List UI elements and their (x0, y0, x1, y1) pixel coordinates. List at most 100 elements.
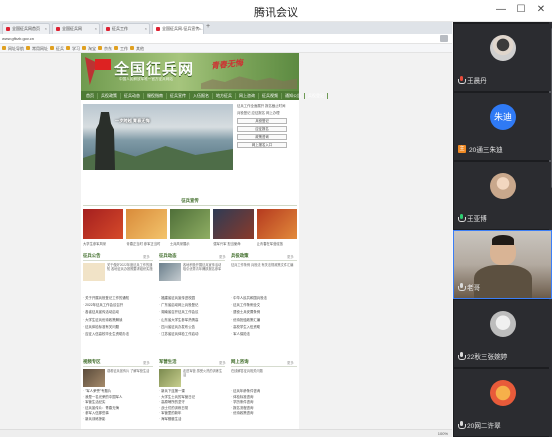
news-link[interactable]: 中华人民共和国兵役法 (231, 295, 267, 302)
nav-item[interactable]: 兵役登记 (305, 92, 328, 99)
minimize-button[interactable]: — (494, 3, 508, 17)
news-link[interactable]: 征兵工作条例全文 (231, 302, 267, 309)
zoom-level[interactable]: 100% (438, 431, 448, 436)
feature-thumbnail[interactable]: 士兵风采展示 (169, 209, 211, 246)
tab-close-icon[interactable]: × (145, 26, 147, 31)
news-link[interactable]: 优待政策咨询 (231, 411, 260, 417)
news-link[interactable]: 四川省征兵办发布公告 (159, 324, 198, 331)
news-image[interactable] (159, 369, 181, 387)
more-link[interactable]: 更多 (143, 360, 150, 365)
column-heading: 网上咨询 (231, 359, 249, 364)
news-link[interactable]: 福建省征兵宣传进校园 (159, 295, 198, 302)
video-image[interactable] (83, 369, 105, 387)
side-link-button[interactable]: 兵役登记 (237, 118, 287, 124)
site-banner: 全国征兵网 中国人民解放军唯一官方征兵网站 青春无悔 (81, 53, 299, 91)
bookmark-item[interactable]: 征兵 (50, 46, 64, 52)
participant-tile[interactable]: 22秋三张婉婷 (454, 300, 551, 367)
column-divider (83, 260, 153, 261)
news-image[interactable] (159, 263, 181, 281)
nav-item[interactable]: 征兵宣传 (167, 92, 190, 99)
section-divider (83, 205, 297, 206)
news-link[interactable]: 大学生征兵优待政策解读 (83, 317, 129, 324)
more-link[interactable]: 更多 (219, 360, 226, 365)
column-divider (231, 260, 297, 261)
window-controls: — ☐ ✕ (494, 3, 548, 17)
news-list: 福建省征兵宣传进校园 广东省启动网上兵役登记 湖南省召开征兵工作会议 山东省大学… (159, 295, 198, 338)
news-link[interactable]: 应征入伍高校毕业生资助办法 (83, 331, 129, 338)
side-link-button[interactable]: 应征报名 (237, 126, 287, 132)
nav-item[interactable]: 征兵视频 (259, 92, 282, 99)
section-title: 征兵宣传 (181, 198, 199, 203)
more-link[interactable]: 更多 (287, 360, 294, 365)
news-link[interactable]: 军人保险法 (231, 331, 267, 338)
participant-tile[interactable]: 20网二许翠 (454, 369, 551, 436)
bookmark-item[interactable]: 常用网址 (26, 46, 48, 52)
participant-tile[interactable]: 朱迪 主 20通三朱迪 (454, 93, 551, 160)
bookmark-item[interactable]: 京东 (98, 46, 112, 52)
side-link-button[interactable]: 网上报名入口 (237, 142, 287, 148)
new-tab-button[interactable]: + (206, 23, 210, 30)
close-button[interactable]: ✕ (534, 3, 548, 17)
news-link[interactable]: 关于开展兵役登记工作的通知 (83, 295, 129, 302)
news-link[interactable]: 海军舰艇生活 (159, 417, 195, 423)
news-link[interactable]: 湖南省召开征兵工作会议 (159, 309, 198, 316)
browser-tab[interactable]: 征兵工作 × (102, 23, 150, 34)
news-list: 新兵下连第一课 大学生士兵的军营日记 高原哨所的坚守 战士们的训练日常 军营里的… (159, 389, 195, 423)
tab-close-icon[interactable]: × (199, 26, 201, 31)
more-link[interactable]: 更多 (287, 254, 294, 259)
news-link[interactable]: 广东省启动网上兵役登记 (159, 302, 198, 309)
nav-item[interactable]: 网上咨询 (236, 92, 259, 99)
news-link[interactable]: 山东省大学生参军热情高 (159, 317, 198, 324)
news-link[interactable]: 退役士兵安置条例 (231, 309, 267, 316)
nav-item[interactable]: 地方征兵 (213, 92, 236, 99)
more-link[interactable]: 更多 (143, 254, 150, 259)
column-heading: 军营生活 (159, 359, 177, 364)
nav-item[interactable]: 首页 (83, 92, 98, 99)
feature-thumbnail[interactable]: 大学生参军风采 (83, 209, 124, 246)
nav-item[interactable]: 入伍报名 (190, 92, 213, 99)
url-input[interactable]: www.gfbzb.gov.cn (2, 36, 34, 41)
nav-item[interactable]: 征兵动态 (121, 92, 144, 99)
participant-tile[interactable]: 王晨丹 (454, 24, 551, 91)
maximize-button[interactable]: ☐ (514, 3, 528, 17)
browser-tab[interactable]: 全国征兵网首页 × (2, 23, 50, 34)
news-link[interactable]: 2022年征兵工作会议召开 (83, 302, 129, 309)
avatar-initials: 朱迪 (493, 112, 512, 122)
mic-muted-icon (458, 76, 466, 84)
hero-banner-image[interactable]: 一步跨越 青春无悔 (83, 104, 233, 170)
participant-tile[interactable]: 王亚博 (454, 162, 551, 229)
news-link[interactable]: 江苏省征兵体检工作启动 (159, 331, 198, 338)
news-link[interactable]: 优待抚恤政策汇编 (231, 317, 267, 324)
browser-tab-active[interactable]: 全国征兵网-征兵宣传... × (152, 23, 204, 34)
feature-thumbnail[interactable]: 青春正当时 参军正当时 (126, 209, 167, 246)
emblem-image (83, 263, 105, 281)
side-link-button[interactable]: 政策咨询 (237, 134, 287, 140)
column-divider (231, 366, 297, 367)
bookmark-item[interactable]: 淘宝 (82, 46, 96, 52)
bookmark-item[interactable]: 其他 (130, 46, 144, 52)
column-blurb: 观看征兵宣传片 了解军营生活 (107, 369, 150, 373)
feature-thumbnail[interactable]: 让青春在军营绽放 (256, 209, 298, 246)
nav-item[interactable]: 兵役政策 (98, 92, 121, 99)
participant-panel: 王晨丹 朱迪 主 20通三朱迪 王亚博 老哥 22秋三张婉婷 20网二许翠 (453, 22, 552, 437)
bookmark-item[interactable]: 网址导航 (2, 46, 24, 52)
nav-item[interactable]: 通知公告 (282, 92, 305, 99)
news-link[interactable]: 各省征兵宣传活动启动 (83, 309, 129, 316)
site-logo-text[interactable]: 全国征兵网 (114, 58, 194, 79)
browser-tab[interactable]: 全国征兵网 × (52, 23, 100, 34)
nav-item[interactable]: 服役指南 (144, 92, 167, 99)
recruitment-site: 全国征兵网 中国人民解放军唯一官方征兵网站 青春无悔 首页 兵役政策 征兵动态 … (81, 53, 328, 437)
tab-close-icon[interactable]: × (95, 26, 97, 31)
news-link[interactable]: 高校学生入伍资助 (231, 324, 267, 331)
news-link[interactable]: 新兵训练掠影 (83, 417, 122, 423)
tab-close-icon[interactable]: × (45, 26, 47, 31)
bookmark-item[interactable]: 工作 (114, 46, 128, 52)
participant-video-tile[interactable]: 老哥 (453, 230, 552, 299)
news-link[interactable]: 征兵体检标准有关问题 (83, 324, 129, 331)
bookmark-item[interactable]: 学习 (66, 46, 80, 52)
column-blurb: 征兵工作条例 兵役法 有关法规政策文件汇编 (231, 263, 294, 267)
news-link[interactable]: 征兵年龄条件咨询 (231, 389, 260, 395)
extension-icon[interactable] (440, 35, 448, 42)
more-link[interactable]: 更多 (219, 254, 226, 259)
feature-thumbnail[interactable]: 强军兴军 担当使命 (213, 209, 254, 246)
